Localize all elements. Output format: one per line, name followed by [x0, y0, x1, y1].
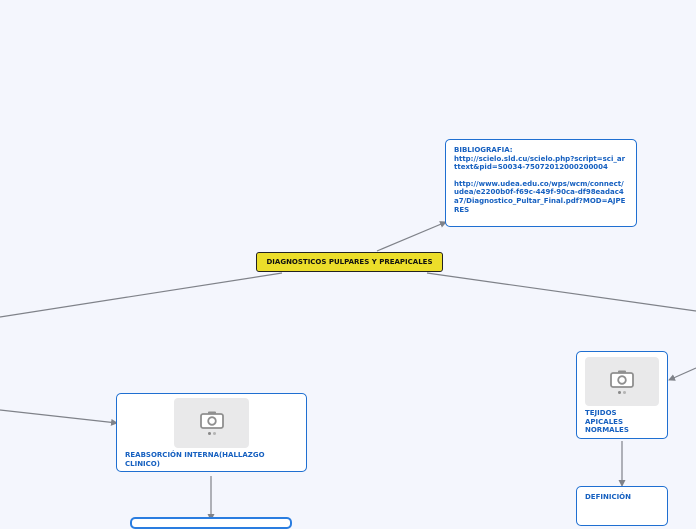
child-node-partial[interactable] [130, 517, 292, 529]
bibliography-link-udea[interactable]: http://www.udea.edu.co/wps/wcm/connect/u… [454, 180, 628, 214]
tejidos-node[interactable]: TEJIDOS APICALES NORMALES [576, 351, 668, 439]
definicion-label: DEFINICIÓN [585, 493, 631, 501]
connector-right-to-tejidos [668, 367, 696, 381]
camera-icon [610, 370, 634, 388]
connector-central-to-left [0, 272, 283, 318]
definicion-node[interactable]: DEFINICIÓN [576, 486, 668, 526]
central-topic-node[interactable]: DIAGNOSTICOS PULPARES Y PREAPICALES [256, 252, 443, 272]
central-topic-label: DIAGNOSTICOS PULPARES Y PREAPICALES [266, 258, 433, 266]
camera-icon [199, 411, 224, 429]
connector-central-to-bibliography [376, 221, 447, 252]
connector-central-to-right [426, 272, 696, 312]
reabsorcion-label: REABSORCIÓN INTERNA(HALLAZGO CLINICO) [125, 451, 265, 468]
image-placeholder [174, 398, 249, 448]
image-dots [207, 432, 216, 435]
tejidos-label: TEJIDOS APICALES NORMALES [585, 409, 629, 435]
bibliography-link-scielo[interactable]: http://scielo.sld.cu/scielo.php?script=s… [454, 155, 628, 172]
image-dots [618, 390, 626, 394]
bibliography-node[interactable]: BIBLIOGRAFIA: http://scielo.sld.cu/sciel… [445, 139, 637, 227]
bibliography-title: BIBLIOGRAFIA: [454, 146, 513, 154]
reabsorcion-node[interactable]: REABSORCIÓN INTERNA(HALLAZGO CLINICO) [116, 393, 307, 472]
image-placeholder [585, 357, 659, 406]
connector-left-to-reabsorcion [0, 409, 118, 426]
mindmap-canvas: DIAGNOSTICOS PULPARES Y PREAPICALES BIBL… [0, 0, 696, 529]
